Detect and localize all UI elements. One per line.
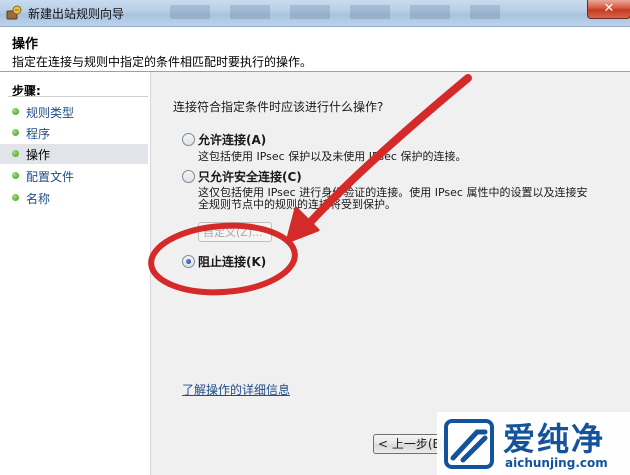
close-button[interactable]: ✕: [587, 0, 630, 19]
allow-connection-label[interactable]: 允许连接(A): [198, 131, 266, 148]
allow-secure-radio[interactable]: [182, 170, 195, 183]
allow-connection-radio[interactable]: [182, 133, 195, 146]
allow-secure-desc-line-2: 全规则节点中的规则的连接将受到保护。: [198, 198, 396, 211]
wizard-header: 操作 指定在连接与规则中指定的条件相匹配时要执行的操作。: [0, 27, 630, 72]
step-label: 配置文件: [26, 170, 75, 184]
block-connection-radio[interactable]: [182, 255, 195, 268]
step-program[interactable]: 程序: [0, 123, 148, 143]
steps-divider: [8, 96, 148, 97]
step-rule-type[interactable]: 规则类型: [0, 102, 148, 122]
step-bullet-icon: [12, 194, 19, 201]
step-bullet-icon: [12, 172, 19, 179]
back-button[interactable]: < 上一步(B): [373, 434, 445, 454]
step-label: 名称: [26, 192, 51, 206]
steps-pane: 步骤: 规则类型 程序 操作 配置文件 名称: [0, 72, 151, 475]
step-action[interactable]: 操作: [0, 144, 148, 164]
brand-text: 爱纯净: [503, 420, 606, 458]
page-description: 指定在连接与规则中指定的条件相匹配时要执行的操作。: [12, 55, 313, 69]
customize-button[interactable]: 自定义(Z)...: [198, 222, 272, 242]
step-bullet-icon: [12, 129, 19, 136]
step-bullet-icon: [12, 108, 19, 115]
window-title: 新建出站规则向导: [28, 7, 125, 21]
step-name[interactable]: 名称: [0, 188, 148, 208]
firewall-wizard-icon: [6, 5, 22, 20]
allow-connection-desc: 这包括使用 IPsec 保护以及未使用 IPsec 保护的连接。: [198, 150, 467, 163]
title-bar: 新建出站规则向导 ✕: [0, 0, 630, 27]
block-connection-label[interactable]: 阻止连接(K): [198, 253, 266, 270]
background-window-blur: [170, 5, 500, 19]
action-question: 连接符合指定条件时应该进行什么操作?: [173, 100, 384, 114]
brand-url: aichunjing.com: [505, 456, 608, 470]
step-label: 程序: [26, 127, 51, 141]
step-label: 规则类型: [26, 106, 75, 120]
step-label: 操作: [26, 148, 51, 162]
allow-secure-label[interactable]: 只允许安全连接(C): [198, 168, 302, 185]
step-profile[interactable]: 配置文件: [0, 166, 148, 186]
page-title: 操作: [12, 37, 39, 52]
step-bullet-icon: [12, 150, 19, 157]
site-watermark: 爱纯净 aichunjing.com: [437, 412, 630, 475]
learn-more-link[interactable]: 了解操作的详细信息: [182, 381, 290, 398]
brand-logo-icon: [444, 419, 494, 469]
